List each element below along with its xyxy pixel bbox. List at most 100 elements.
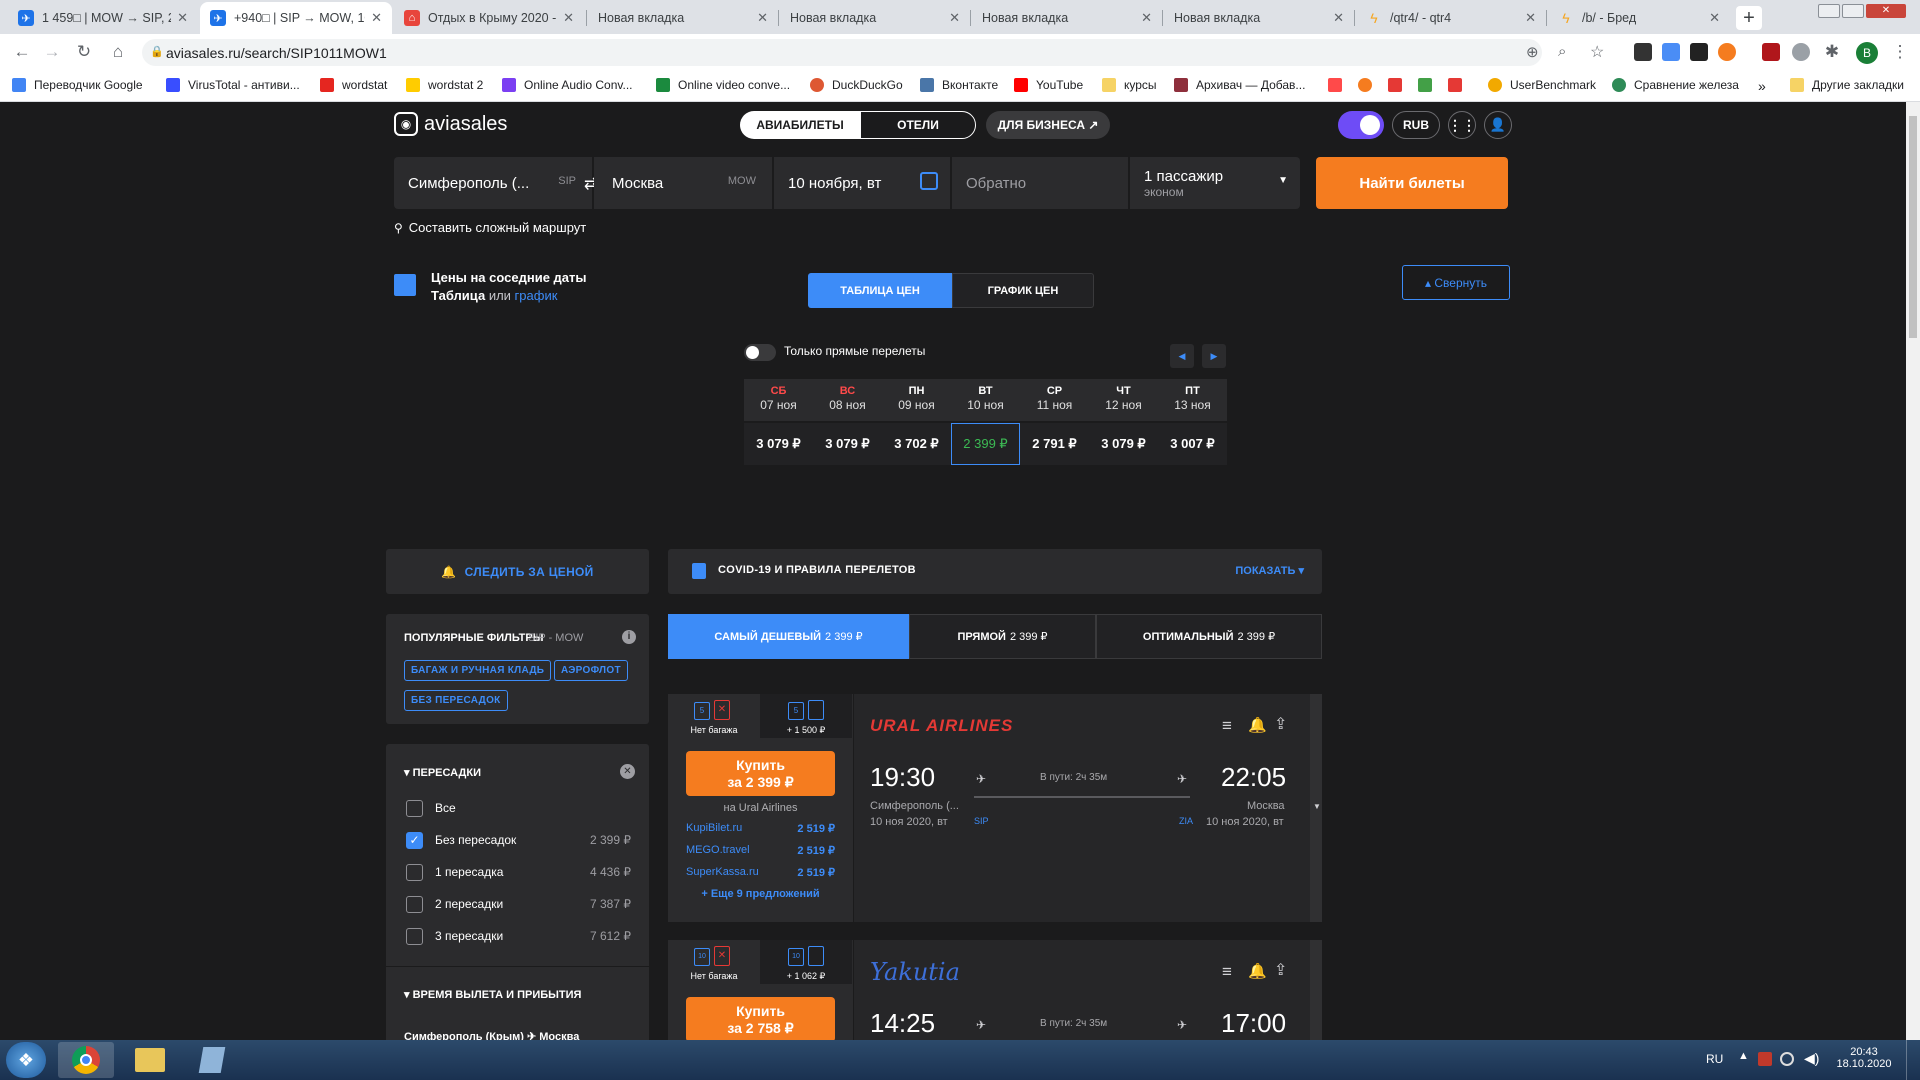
start-button[interactable]: ❖ bbox=[6, 1042, 46, 1078]
filter-chip-direct[interactable]: БЕЗ ПЕРЕСАДОК bbox=[404, 690, 508, 711]
bookmark-item[interactable]: курсы bbox=[1102, 78, 1157, 92]
price-cell[interactable]: 3 079 ₽ bbox=[744, 423, 813, 465]
bookmark-item[interactable]: wordstat 2 bbox=[406, 78, 483, 92]
app-taskbar-icon[interactable] bbox=[184, 1042, 240, 1078]
price-cell[interactable]: 3 007 ₽ bbox=[1158, 423, 1227, 465]
maximize-button[interactable] bbox=[1842, 4, 1864, 18]
price-cell[interactable]: 3 702 ₽ bbox=[882, 423, 951, 465]
flight-details[interactable]: URAL AIRLINES ≡ 🔔 ⇪ 19:30 22:05 ✈ В пути… bbox=[853, 694, 1310, 922]
covid-show-link[interactable]: ПОКАЗАТЬ ▾ bbox=[1235, 564, 1304, 577]
baggage-tab-no-bag[interactable]: 10 ✕ Нет багажа bbox=[668, 940, 760, 984]
browser-tab[interactable]: ϟ /qtr4/ - qtr4 ✕ bbox=[1356, 2, 1546, 34]
extension-icon[interactable] bbox=[1690, 43, 1708, 61]
stops-option[interactable]: 3 пересадки 7 612 ₽ bbox=[406, 926, 631, 946]
bookmark-favicon-icon[interactable] bbox=[1328, 78, 1342, 92]
bookmark-item[interactable]: Online video conve... bbox=[656, 78, 790, 92]
share-icon[interactable]: ⇪ bbox=[1274, 714, 1287, 734]
price-cell-selected[interactable]: 2 399 ₽ bbox=[951, 423, 1020, 465]
flight-details[interactable]: Yakutia ≡ 🔔 ⇪ 14:25 17:00 ✈ В пути: 2ч 3… bbox=[853, 940, 1310, 1040]
prev-week-button[interactable]: ◀ bbox=[1170, 344, 1194, 368]
back-icon[interactable]: ← bbox=[10, 40, 34, 64]
checkbox-checked[interactable]: ✓ bbox=[406, 831, 423, 849]
apps-grid-icon[interactable]: ⋮⋮ bbox=[1448, 111, 1476, 139]
next-week-button[interactable]: ▶ bbox=[1202, 344, 1226, 368]
checkbox[interactable] bbox=[406, 927, 423, 945]
zoom-icon[interactable]: ⊕ bbox=[1526, 43, 1539, 61]
sort-cheapest-tab[interactable]: САМЫЙ ДЕШЕВЫЙ 2 399 ₽ bbox=[668, 614, 909, 659]
agent-offer[interactable]: KupiBilet.ru 2 519 ₽ bbox=[686, 822, 835, 835]
close-tab-icon[interactable]: ✕ bbox=[1333, 10, 1344, 26]
bookmark-favicon-icon[interactable] bbox=[1448, 78, 1462, 92]
bookmark-item[interactable]: UserBenchmark bbox=[1488, 78, 1596, 92]
browser-tab[interactable]: Новая вкладка ✕ bbox=[972, 2, 1162, 34]
explorer-taskbar-icon[interactable] bbox=[122, 1042, 178, 1078]
stops-option[interactable]: 1 пересадка 4 436 ₽ bbox=[406, 862, 631, 882]
price-table-tab[interactable]: ТАБЛИЦА ЦЕН bbox=[808, 273, 952, 308]
close-tab-icon[interactable]: ✕ bbox=[371, 10, 382, 26]
minimize-button[interactable] bbox=[1818, 4, 1840, 18]
close-tab-icon[interactable]: ✕ bbox=[563, 10, 574, 26]
network-icon[interactable] bbox=[1780, 1052, 1794, 1066]
stops-option[interactable]: Все bbox=[406, 798, 631, 818]
browser-tab-active[interactable]: ✈ +940□ | SIP → MOW, 10 ✕ bbox=[200, 2, 392, 34]
search-flights-button[interactable]: Найти билеты bbox=[1316, 157, 1508, 209]
ticket-card[interactable]: 5 ✕ Нет багажа 5 + 1 500 ₽ Купить за 2 3… bbox=[668, 694, 1322, 922]
compare-icon[interactable]: ≡ bbox=[1222, 716, 1232, 736]
bell-icon[interactable]: 🔔 bbox=[1248, 716, 1267, 734]
info-icon[interactable]: i bbox=[622, 630, 636, 644]
checkbox[interactable] bbox=[406, 799, 423, 817]
share-icon[interactable]: ⇪ bbox=[1274, 960, 1287, 980]
bookmark-item[interactable]: Архивач — Добав... bbox=[1174, 78, 1305, 92]
close-tab-icon[interactable]: ✕ bbox=[757, 10, 768, 26]
agent-offer[interactable]: MEGO.travel 2 519 ₽ bbox=[686, 844, 835, 857]
bookmark-favicon-icon[interactable] bbox=[1358, 78, 1372, 92]
more-bookmarks-button[interactable]: » bbox=[1758, 78, 1766, 94]
baggage-tab-no-bag[interactable]: 5 ✕ Нет багажа bbox=[668, 694, 760, 738]
ticket-card[interactable]: 10 ✕ Нет багажа 10 + 1 062 ₽ Купить за 2… bbox=[668, 940, 1322, 1040]
sort-direct-tab[interactable]: ПРЯМОЙ 2 399 ₽ bbox=[909, 614, 1096, 659]
forward-icon[interactable]: → bbox=[40, 40, 64, 64]
address-bar[interactable]: 🔒 aviasales.ru/search/SIP1011MOW1 ⊕ ⌕ ☆ bbox=[142, 39, 1604, 66]
browser-tab[interactable]: Новая вкладка ✕ bbox=[588, 2, 778, 34]
tray-expand-icon[interactable]: ▲ bbox=[1738, 1050, 1749, 1062]
chrome-taskbar-icon[interactable] bbox=[58, 1042, 114, 1078]
puzzle-icon[interactable]: ✱ bbox=[1820, 40, 1844, 64]
track-price-button[interactable]: 🔔 СЛЕДИТЬ ЗА ЦЕНОЙ bbox=[386, 549, 649, 594]
bookmark-item[interactable]: Сравнение железа bbox=[1612, 78, 1739, 92]
destination-field[interactable]: Москва MOW bbox=[594, 157, 772, 209]
home-icon[interactable]: ⌂ bbox=[106, 40, 130, 64]
close-window-button[interactable]: ✕ bbox=[1866, 4, 1906, 18]
browser-tab[interactable]: Новая вкладка ✕ bbox=[780, 2, 970, 34]
price-chart-tab[interactable]: ГРАФИК ЦЕН bbox=[952, 273, 1094, 308]
filter-chip-baggage[interactable]: БАГАЖ И РУЧНАЯ КЛАДЬ bbox=[404, 660, 552, 681]
close-tab-icon[interactable]: ✕ bbox=[949, 10, 960, 26]
agent-offer[interactable]: SuperKassa.ru 2 519 ₽ bbox=[686, 866, 835, 879]
reload-icon[interactable]: ↻ bbox=[72, 40, 96, 64]
nav-business-link[interactable]: ДЛЯ БИЗНЕСА ↗ bbox=[986, 111, 1110, 139]
collapse-button[interactable]: ▴ Свернуть bbox=[1402, 265, 1510, 300]
bookmark-item[interactable]: Переводчик Google bbox=[12, 78, 143, 92]
nav-flights-tab[interactable]: АВИАБИЛЕТЫ bbox=[740, 111, 860, 139]
more-offers-link[interactable]: + Еще 9 предложений bbox=[686, 888, 835, 900]
expand-ticket-bar[interactable] bbox=[1310, 940, 1322, 1040]
chart-link[interactable]: график bbox=[515, 288, 558, 303]
extension-icon[interactable] bbox=[1762, 43, 1780, 61]
bell-icon[interactable]: 🔔 bbox=[1248, 962, 1267, 980]
price-cell[interactable]: 2 791 ₽ bbox=[1020, 423, 1089, 465]
browser-tab[interactable]: Новая вкладка ✕ bbox=[1164, 2, 1354, 34]
extension-icon[interactable] bbox=[1634, 43, 1652, 61]
other-bookmarks-folder[interactable]: Другие закладки bbox=[1790, 78, 1904, 92]
extension-icon[interactable] bbox=[1718, 43, 1736, 61]
extension-icon[interactable] bbox=[1662, 43, 1680, 61]
page-scrollbar[interactable] bbox=[1906, 102, 1920, 1040]
stops-option[interactable]: 2 пересадки 7 387 ₽ bbox=[406, 894, 631, 914]
close-tab-icon[interactable]: ✕ bbox=[1141, 10, 1152, 26]
currency-button[interactable]: RUB bbox=[1392, 111, 1440, 139]
bookmark-favicon-icon[interactable] bbox=[1418, 78, 1432, 92]
show-desktop-button[interactable] bbox=[1906, 1040, 1920, 1080]
browser-tab[interactable]: ϟ /b/ - Бред ✕ bbox=[1548, 2, 1730, 34]
checkbox[interactable] bbox=[406, 895, 423, 913]
tray-app-icon[interactable] bbox=[1758, 1052, 1772, 1066]
chevron-down-icon[interactable]: ▼ bbox=[1313, 802, 1321, 811]
time-filter-header[interactable]: ▾ ВРЕМЯ ВЫЛЕТА И ПРИБЫТИЯ bbox=[404, 988, 581, 1001]
